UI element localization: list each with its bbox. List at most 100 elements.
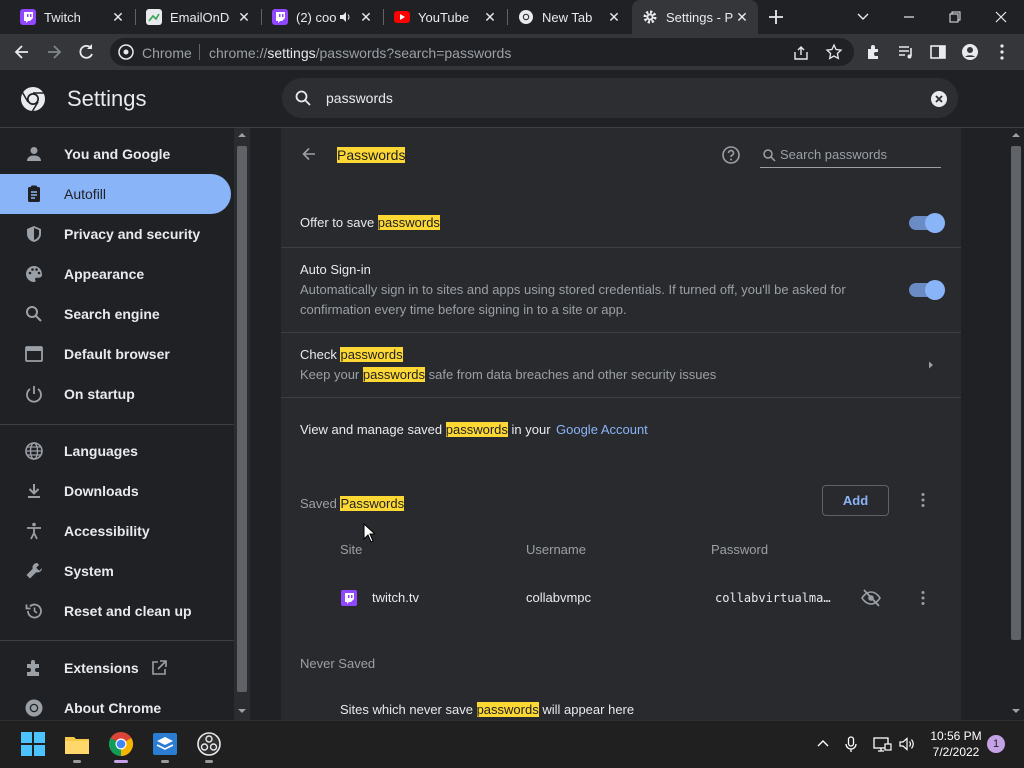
reload-icon[interactable]: [76, 42, 96, 62]
column-header-username: Username: [526, 542, 586, 557]
side-panel-icon[interactable]: [928, 42, 948, 62]
add-password-button[interactable]: Add: [822, 485, 889, 516]
tab-emailonde[interactable]: EmailOnDe ✕: [136, 0, 260, 34]
sidebar-item-appearance[interactable]: Appearance: [0, 254, 231, 294]
check-passwords-title[interactable]: Check passwords: [300, 347, 403, 362]
file-explorer-icon[interactable]: [64, 731, 90, 757]
media-queue-icon[interactable]: [896, 42, 916, 62]
help-icon[interactable]: [721, 145, 741, 165]
chrome-logo-icon: [21, 87, 45, 112]
chrome-icon[interactable]: [118, 44, 134, 60]
sidebar-item-downloads[interactable]: Downloads: [0, 471, 231, 511]
chevron-down-icon[interactable]: [852, 6, 874, 28]
back-arrow-icon[interactable]: [12, 42, 32, 62]
scroll-up-icon[interactable]: [1011, 130, 1021, 140]
scroll-down-icon[interactable]: [237, 706, 247, 716]
mouse-cursor-icon: [363, 523, 375, 543]
puzzle-icon: [27, 660, 39, 676]
sidebar-item-label: Reset and clean up: [64, 603, 192, 619]
entry-username[interactable]: collabvmpc: [526, 590, 591, 605]
speaker-icon[interactable]: [338, 10, 352, 24]
check-desc-suffix: safe from data breaches and other securi…: [425, 367, 717, 382]
close-icon[interactable]: ✕: [236, 9, 252, 25]
star-icon[interactable]: [825, 43, 843, 61]
power-icon: [26, 386, 42, 403]
sidebar-item-search-engine[interactable]: Search engine: [0, 294, 231, 334]
chevron-up-icon[interactable]: [815, 736, 831, 752]
share-icon[interactable]: [792, 44, 810, 62]
sidebar-item-languages[interactable]: Languages: [0, 431, 231, 471]
sidebar-item-label: System: [64, 563, 114, 579]
tab-new-tab[interactable]: New Tab ✕: [508, 0, 630, 34]
windows-start-icon[interactable]: [20, 731, 46, 757]
sidebar-item-about-chrome[interactable]: About Chrome: [0, 688, 231, 720]
close-icon[interactable]: ✕: [358, 9, 374, 25]
google-account-link[interactable]: Google Account: [556, 422, 648, 437]
obs-icon[interactable]: [196, 731, 222, 757]
restore-icon[interactable]: [944, 6, 966, 28]
notification-badge[interactable]: 1: [987, 735, 1005, 753]
more-vert-icon[interactable]: [992, 42, 1012, 62]
network-icon[interactable]: [872, 735, 892, 753]
sidebar-item-you-and-google[interactable]: You and Google: [0, 134, 231, 174]
tab-title: EmailOnDe: [170, 9, 230, 25]
sidebar-scrollbar-thumb[interactable]: [237, 146, 247, 692]
window-close-icon[interactable]: [990, 6, 1012, 28]
close-icon[interactable]: ✕: [606, 9, 622, 25]
scroll-up-icon[interactable]: [237, 130, 247, 140]
chevron-right-icon[interactable]: [924, 358, 938, 372]
more-vert-icon[interactable]: [914, 491, 932, 509]
scroll-down-icon[interactable]: [1011, 706, 1021, 716]
twitch-icon: [341, 590, 357, 606]
tab-title: Twitch: [44, 9, 81, 25]
more-vert-icon[interactable]: [914, 589, 932, 607]
microphone-icon[interactable]: [842, 735, 860, 753]
taskbar-indicator: [161, 760, 169, 763]
entry-password[interactable]: collabvirtualma…: [715, 591, 831, 605]
sandbox-app-icon[interactable]: [152, 731, 178, 757]
clipboard-icon: [28, 185, 40, 202]
sidebar-divider: [0, 640, 234, 641]
sidebar-item-default-browser[interactable]: Default browser: [0, 334, 231, 374]
close-icon[interactable]: ✕: [110, 9, 126, 25]
main-scrollbar-thumb[interactable]: [1011, 146, 1021, 640]
taskbar-clock[interactable]: 10:56 PM 7/2/2022: [924, 728, 988, 760]
toggle-knob: [925, 213, 945, 233]
sidebar-item-system[interactable]: System: [0, 551, 231, 591]
sidebar-item-extensions[interactable]: Extensions: [0, 648, 231, 688]
tab-twitch[interactable]: Twitch ✕: [10, 0, 134, 34]
visibility-off-icon[interactable]: [860, 587, 882, 609]
saved-passwords-heading: Saved Passwords: [300, 496, 405, 511]
sidebar-item-on-startup[interactable]: On startup: [0, 374, 231, 414]
clear-search-icon[interactable]: [930, 90, 948, 108]
auto-signin-toggle[interactable]: [909, 280, 945, 300]
close-icon[interactable]: ✕: [482, 9, 498, 25]
sidebar-item-privacy-and-security[interactable]: Privacy and security: [0, 214, 231, 254]
sidebar-item-autofill[interactable]: Autofill: [0, 174, 231, 214]
volume-icon[interactable]: [898, 735, 916, 753]
chrome-taskbar-icon[interactable]: [108, 731, 134, 757]
close-icon[interactable]: ✕: [734, 9, 750, 25]
entry-site[interactable]: twitch.tv: [372, 590, 419, 605]
sidebar-item-reset-and-clean-up[interactable]: Reset and clean up: [0, 591, 231, 631]
extensions-icon[interactable]: [864, 42, 884, 62]
profile-icon[interactable]: [960, 42, 980, 62]
shield-icon: [27, 226, 41, 242]
minimize-icon[interactable]: [898, 6, 920, 28]
tab-youtube[interactable]: YouTube ✕: [384, 0, 506, 34]
sidebar-item-accessibility[interactable]: Accessibility: [0, 511, 231, 551]
site-label: Chrome: [142, 45, 192, 61]
sidebar-item-label: Privacy and security: [64, 226, 201, 242]
accessibility-icon: [27, 522, 41, 540]
new-tab-icon[interactable]: [766, 7, 786, 27]
tab-settings[interactable]: Settings - P ✕: [632, 0, 758, 34]
twitch-icon: [272, 9, 288, 25]
page-title: Passwords: [337, 147, 406, 163]
back-arrow-icon[interactable]: [300, 145, 318, 163]
sidebar-item-label: On startup: [64, 386, 135, 402]
forward-arrow-icon[interactable]: [44, 42, 64, 62]
tab-twitch-2[interactable]: (2) coo ✕: [262, 0, 382, 34]
clock-date: 7/2/2022: [932, 745, 980, 759]
taskbar-indicator: [205, 760, 213, 763]
offer-to-save-toggle[interactable]: [909, 213, 945, 233]
